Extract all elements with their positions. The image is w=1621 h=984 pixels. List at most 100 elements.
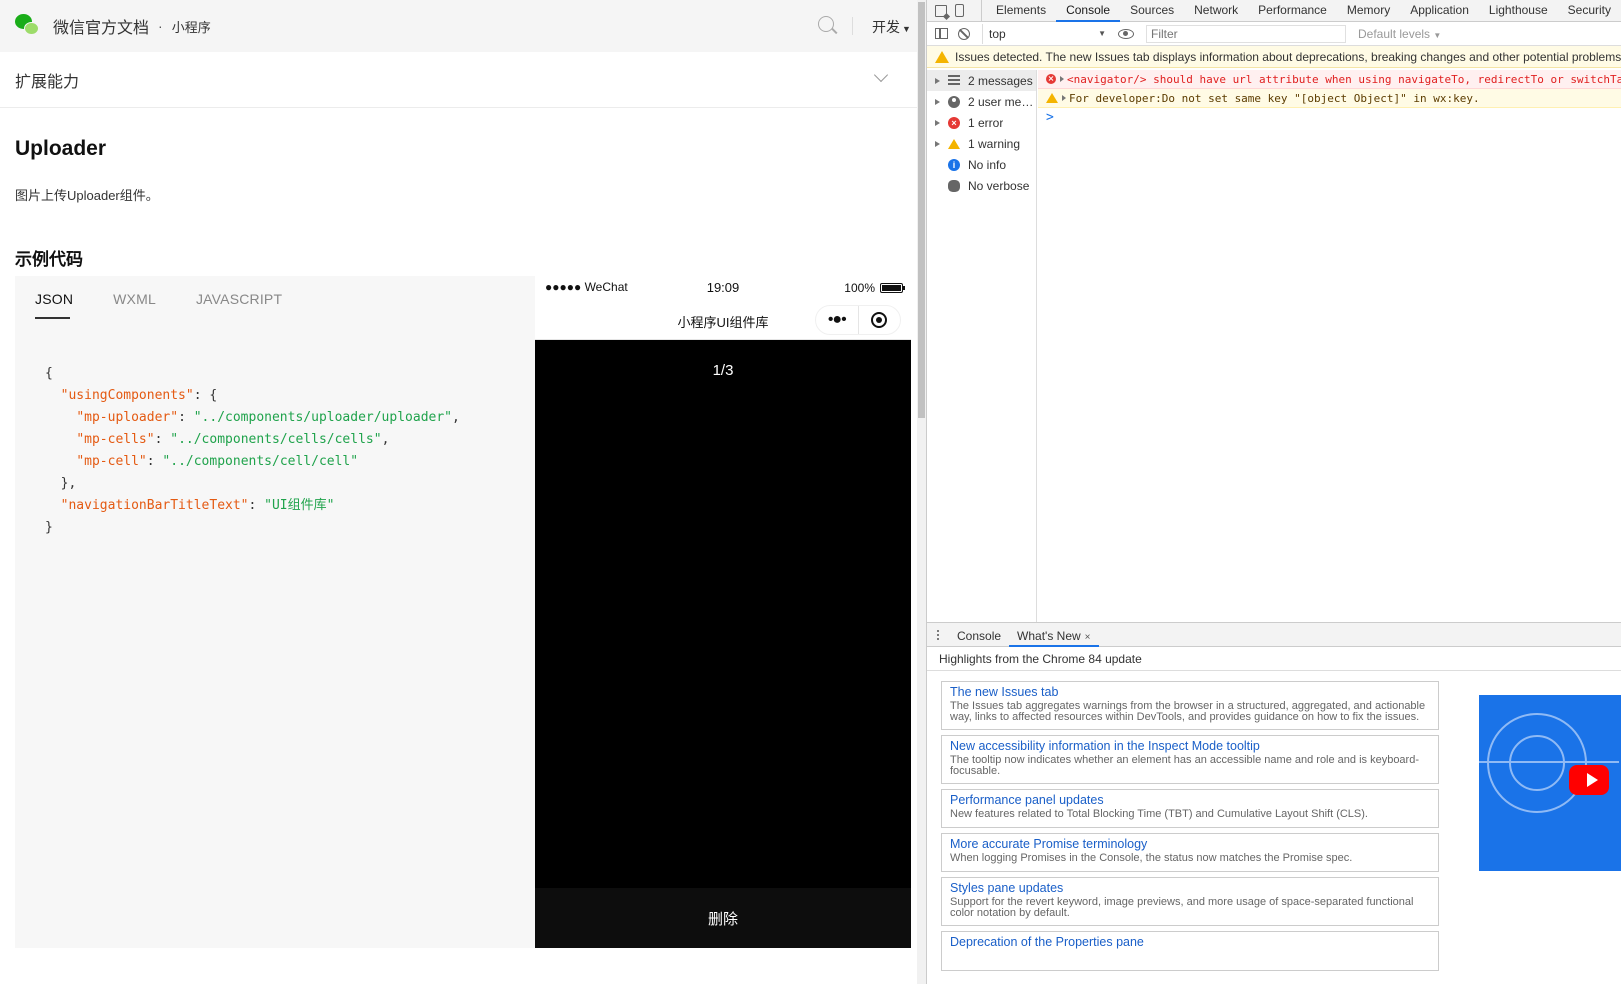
whats-new-card[interactable]: The new Issues tab The Issues tab aggreg… (941, 681, 1439, 730)
dev-menu-label: 开发 (872, 19, 900, 35)
sidebar-item-user-messages[interactable]: 2 user mes... (927, 91, 1036, 112)
header-divider (852, 17, 853, 35)
code-tabs: JSON WXML JAVASCRIPT (35, 291, 282, 319)
expand-arrow-icon[interactable] (935, 77, 940, 84)
whats-new-card[interactable]: More accurate Promise terminology When l… (941, 833, 1439, 872)
expand-arrow-icon[interactable] (1062, 95, 1066, 101)
close-miniprogram-icon[interactable] (859, 306, 901, 334)
bug-icon (948, 179, 960, 192)
tab-performance[interactable]: Performance (1248, 0, 1337, 21)
code-string: "../components/uploader/uploader" (193, 410, 452, 425)
site-subtitle[interactable]: 小程序 (172, 17, 211, 36)
expand-arrow-icon[interactable] (935, 119, 940, 126)
sidebar-item-errors[interactable]: × 1 error (927, 112, 1036, 133)
screen: 微信官方文档 · 小程序 开发 ▼ 扩展能力 Uploader 图片上传Uploa… (0, 0, 1621, 984)
tab-lighthouse[interactable]: Lighthouse (1479, 0, 1558, 21)
whats-new-title-link[interactable]: Styles pane updates (950, 881, 1430, 896)
inspect-element-icon[interactable] (935, 4, 947, 17)
log-levels-label: Default levels (1358, 26, 1431, 41)
delete-button[interactable]: 删除 (535, 888, 911, 948)
page-scrollbar[interactable] (917, 0, 926, 984)
toggle-sidebar-icon[interactable] (935, 28, 948, 39)
sidebar-item-messages[interactable]: 2 messages (927, 70, 1036, 91)
whats-new-title-link[interactable]: Deprecation of the Properties pane (950, 935, 1430, 950)
whats-new-description: Support for the revert keyword, image pr… (950, 896, 1414, 919)
tab-wxml[interactable]: WXML (113, 291, 156, 319)
more-icon[interactable]: •●• (816, 306, 859, 334)
error-icon: × (1046, 74, 1056, 84)
whats-new-description: The tooltip now indicates whether an ele… (950, 754, 1419, 777)
caret-down-icon: ▼ (902, 24, 911, 34)
wechat-logo-icon[interactable] (15, 14, 39, 38)
device-toolbar-icon[interactable] (955, 4, 964, 17)
whats-new-card[interactable]: Deprecation of the Properties pane (941, 931, 1439, 971)
whats-new-card[interactable]: Styles pane updates Support for the reve… (941, 877, 1439, 926)
whats-new-card[interactable]: New accessibility information in the Ins… (941, 735, 1439, 784)
more-tools-icon[interactable] (927, 623, 949, 646)
expand-arrow-icon[interactable] (1060, 76, 1064, 82)
whats-new-description: The Issues tab aggregates warnings from … (950, 700, 1426, 723)
sidebar-item-label: 1 error (968, 115, 1004, 130)
devtools-tabbar: Elements Console Sources Network Perform… (927, 0, 1621, 22)
console-sidebar: 2 messages 2 user mes... × 1 error 1 war… (927, 70, 1037, 622)
sidebar-item-warnings[interactable]: 1 warning (927, 133, 1036, 154)
battery-icon (880, 283, 905, 293)
drawer-tab-console[interactable]: Console (949, 623, 1009, 646)
context-selector[interactable]: top ▼ (982, 23, 1112, 44)
youtube-play-icon[interactable] (1569, 765, 1609, 795)
live-expression-eye-icon[interactable] (1118, 28, 1134, 39)
list-icon (948, 74, 960, 87)
console-toolbar: top ▼ Default levels ▼ (927, 22, 1621, 46)
warning-icon (935, 50, 949, 63)
tab-application[interactable]: Application (1400, 0, 1479, 21)
whats-new-title-link[interactable]: The new Issues tab (950, 685, 1430, 700)
tab-sources[interactable]: Sources (1120, 0, 1184, 21)
tab-security[interactable]: Security (1558, 0, 1621, 21)
code-key: "mp-uploader" (76, 410, 179, 425)
expand-arrow-icon[interactable] (935, 140, 940, 147)
user-icon (948, 95, 960, 108)
issues-banner[interactable]: Issues detected. The new Issues tab disp… (927, 46, 1621, 68)
whats-new-card[interactable]: Performance panel updates New features r… (941, 789, 1439, 828)
tab-elements[interactable]: Elements (986, 0, 1056, 21)
tab-javascript[interactable]: JAVASCRIPT (196, 291, 282, 319)
whats-new-description: New features related to Total Blocking T… (950, 808, 1368, 820)
whats-new-title-link[interactable]: More accurate Promise terminology (950, 837, 1430, 852)
section-selector[interactable]: 扩展能力 (0, 52, 926, 108)
code-key: "mp-cells" (76, 432, 155, 447)
chevron-down-icon[interactable] (873, 67, 889, 83)
sidebar-item-label: 1 warning (968, 136, 1021, 151)
whats-new-title-link[interactable]: Performance panel updates (950, 793, 1430, 808)
search-icon[interactable] (818, 16, 838, 36)
page-title: Uploader (15, 137, 107, 160)
clear-console-icon[interactable] (958, 27, 970, 40)
warning-icon (1046, 93, 1058, 103)
console-warning-message[interactable]: For developer:Do not set same key "[obje… (1038, 89, 1621, 108)
dev-menu-dropdown[interactable]: 开发 ▼ (872, 17, 911, 37)
code-string: "../components/cells/cells" (170, 432, 382, 447)
sidebar-item-info[interactable]: i No info (927, 154, 1036, 175)
console-filter-input[interactable] (1146, 24, 1346, 43)
tab-memory[interactable]: Memory (1337, 0, 1400, 21)
section-title: 扩展能力 (15, 73, 80, 91)
sidebar-item-verbose[interactable]: No verbose (927, 175, 1036, 196)
error-icon: × (948, 116, 960, 129)
code-string: "UI组件库" (264, 498, 335, 513)
console-prompt[interactable]: > (1038, 108, 1621, 126)
docs-page: 微信官方文档 · 小程序 开发 ▼ 扩展能力 Uploader 图片上传Uploa… (0, 0, 926, 984)
tab-network[interactable]: Network (1184, 0, 1248, 21)
code-block: { "usingComponents": { "mp-uploader": ".… (45, 366, 460, 535)
tab-json[interactable]: JSON (35, 291, 73, 319)
whats-new-video-thumbnail[interactable] (1479, 695, 1621, 871)
site-title[interactable]: 微信官方文档 (53, 14, 149, 38)
expand-arrow-icon[interactable] (935, 98, 940, 105)
console-error-message[interactable]: × <navigator/> should have url attribute… (1038, 70, 1621, 89)
drawer-tab-whats-new[interactable]: What's New × (1009, 623, 1100, 647)
log-levels-dropdown[interactable]: Default levels ▼ (1358, 27, 1441, 41)
whats-new-title-link[interactable]: New accessibility information in the Ins… (950, 739, 1430, 754)
code-token: : { (193, 388, 218, 403)
console-body: 2 messages 2 user mes... × 1 error 1 war… (927, 70, 1621, 622)
tab-console[interactable]: Console (1056, 0, 1121, 22)
close-icon[interactable]: × (1085, 632, 1091, 643)
caret-down-icon: ▼ (1433, 30, 1442, 40)
